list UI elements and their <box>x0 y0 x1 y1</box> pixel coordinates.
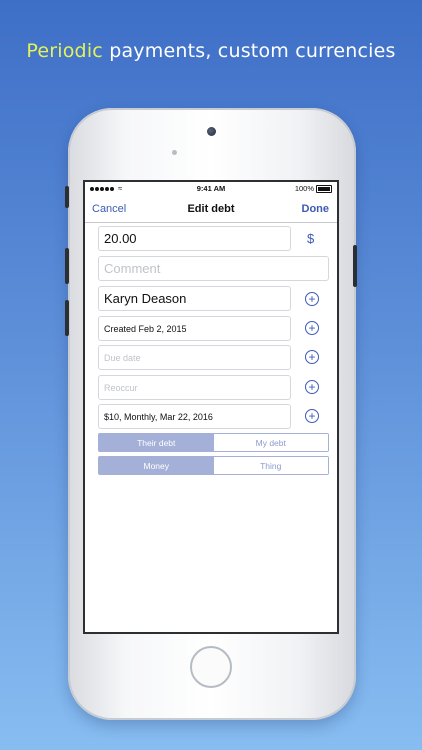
add-person-icon[interactable]: + <box>305 292 319 306</box>
mute-switch <box>65 186 69 208</box>
person-name-input[interactable]: Karyn Deason <box>98 286 291 311</box>
headline-rest: payments, custom currencies <box>102 40 396 62</box>
amount-input[interactable]: 20.00 <box>98 226 291 251</box>
headline-highlight: Periodic <box>26 40 103 62</box>
battery-percent: 100% <box>294 184 314 193</box>
add-reoccur-icon[interactable]: + <box>305 380 319 394</box>
debt-direction-segmented-control: Their debt My debt <box>98 433 329 452</box>
promo-headline: Periodic payments, custom currencies <box>0 40 422 62</box>
segment-their-debt[interactable]: Their debt <box>99 434 214 451</box>
app-screen: ≈ 9:41 AM 100% Cancel Edit debt Done 20.… <box>83 180 339 634</box>
add-recurrence-icon[interactable]: + <box>305 409 319 423</box>
add-due-date-icon[interactable]: + <box>305 350 319 364</box>
reoccur-input[interactable]: Reoccur <box>98 375 291 400</box>
due-date-input[interactable]: Due date <box>98 345 291 370</box>
done-button[interactable]: Done <box>302 203 330 215</box>
segment-my-debt[interactable]: My debt <box>213 434 328 451</box>
sensor-dot <box>172 150 177 155</box>
add-created-date-icon[interactable]: + <box>305 321 319 335</box>
page-title: Edit debt <box>187 203 235 215</box>
volume-down-button <box>65 300 69 336</box>
power-button <box>353 245 357 287</box>
navigation-bar: Cancel Edit debt Done <box>85 196 337 223</box>
battery-icon <box>316 184 332 193</box>
battery-status: 100% <box>295 184 332 193</box>
volume-up-button <box>65 248 69 284</box>
debt-kind-segmented-control: Money Thing <box>98 456 329 475</box>
home-button <box>190 646 232 688</box>
comment-input[interactable]: Comment <box>98 256 329 281</box>
segment-money[interactable]: Money <box>99 457 214 474</box>
created-date-input[interactable]: Created Feb 2, 2015 <box>98 316 291 341</box>
segment-thing[interactable]: Thing <box>213 457 328 474</box>
currency-button[interactable]: $ <box>307 231 314 246</box>
recurrence-input[interactable]: $10, Monthly, Mar 22, 2016 <box>98 404 291 429</box>
status-bar: ≈ 9:41 AM 100% <box>85 182 337 196</box>
front-camera <box>207 127 216 136</box>
